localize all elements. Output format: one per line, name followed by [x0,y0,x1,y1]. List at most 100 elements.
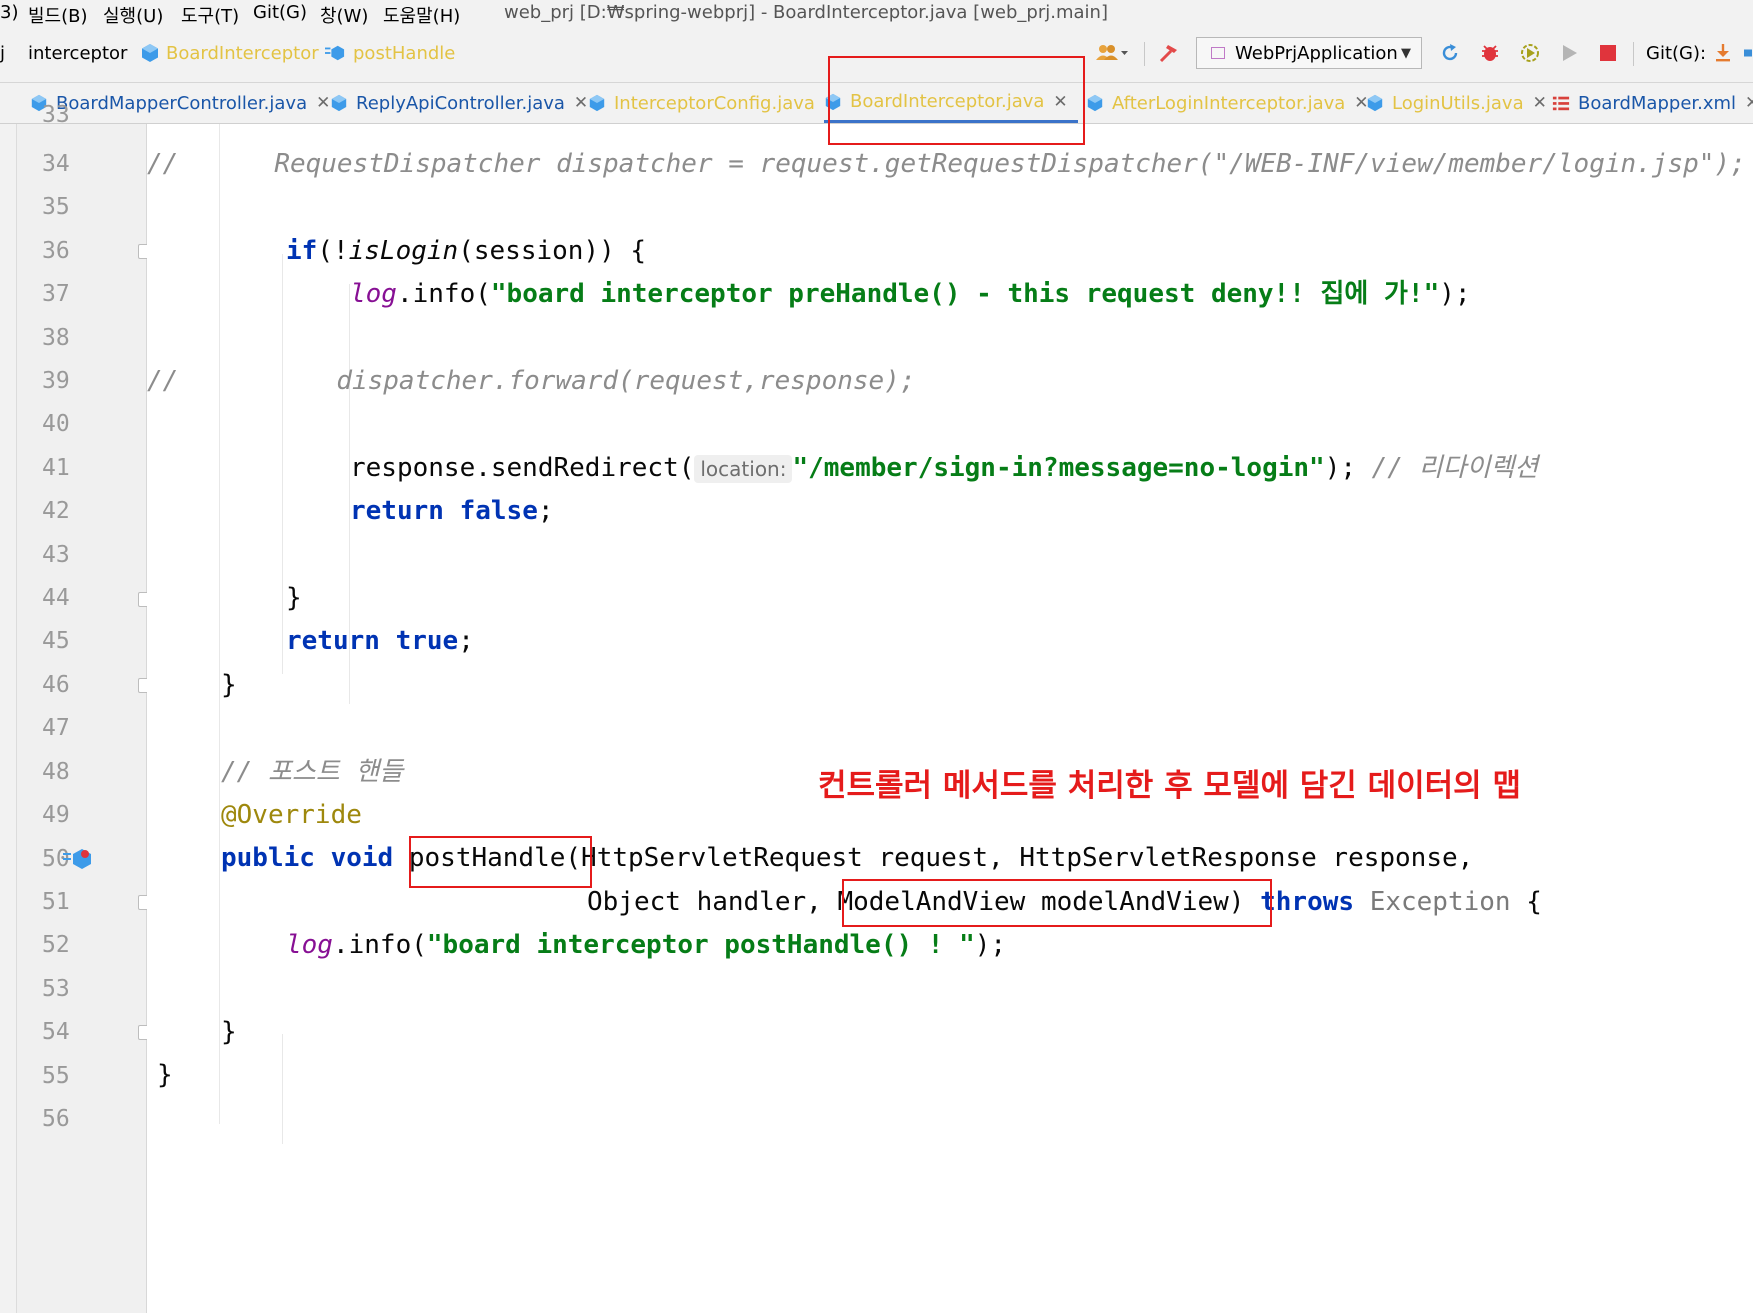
log-field: log [286,930,333,960]
method-call-is-login: isLogin [348,236,459,266]
indent-guide [282,1034,283,1144]
menu-window[interactable]: 창(W) [320,2,368,28]
toolbar-separator [1633,42,1634,66]
string-literal: "/member/sign-in?message=no-login" [792,453,1325,483]
parameter-hint: location: [694,455,793,483]
line-number: 54 [42,1019,70,1045]
breadcrumb-partial[interactable]: j [0,43,5,64]
tab-after-login-interceptor[interactable]: AfterLoginInterceptor.java ✕ [1086,83,1369,123]
code-line-37: log.info("board interceptor preHandle() … [350,273,1471,316]
string-literal: "board interceptor preHandle() - this re… [490,279,1440,309]
breadcrumb-class[interactable]: BoardInterceptor [166,43,319,64]
override-marker-icon[interactable] [63,847,93,871]
code-token: (! [317,236,349,266]
tab-label: BoardMapperController.java [56,92,308,114]
build-button[interactable] [1155,39,1183,67]
toolbar-separator [1144,42,1145,66]
tab-board-mapper-xml[interactable]: BoardMapper.xml ✕ [1552,83,1753,123]
log-field: log [350,279,397,309]
menu-run[interactable]: 실행(U) [103,2,163,28]
close-icon[interactable]: ✕ [316,93,330,113]
line-number: 52 [42,932,70,958]
tab-reply-api-controller[interactable]: ReplyApiController.java ✕ [330,83,588,123]
commented-code: RequestDispatcher dispatcher = request.g… [274,149,1746,179]
code-token: (session)) { [458,236,647,266]
users-icon [1096,45,1128,60]
java-class-icon [1087,94,1103,112]
tab-board-mapper-controller[interactable]: BoardMapperController.java ✕ [30,83,330,123]
keyword-throws: throws [1260,887,1355,917]
line-number: 51 [42,889,70,915]
code-editor[interactable]: // RequestDispatcher dispatcher = request… [147,124,1753,1313]
rerun-button[interactable] [1435,39,1465,67]
tab-label: ReplyApiController.java [356,92,565,114]
code-token: .info( [332,930,427,960]
git-commit-icon [1744,49,1752,57]
close-icon[interactable]: ✕ [1745,93,1753,113]
menu-help[interactable]: 도움말(H) [383,2,460,28]
tab-interceptor-config[interactable]: InterceptorConfig.java ✕ [588,83,838,123]
run-config-icon [1211,47,1225,59]
keyword-public: public [221,843,315,873]
menu-bar: 3) 빌드(B) 실행(U) 도구(T) Git(G) 창(W) 도움말(H) … [0,0,1753,28]
coverage-button[interactable] [1515,39,1545,67]
code-token: response.sendRedirect( [350,453,695,483]
closing-brace: } [221,1017,237,1047]
git-commit-button[interactable] [1744,39,1753,67]
method-parameters: Object handler, [587,887,838,917]
java-class-icon [1367,94,1383,112]
line-number: 42 [42,498,70,524]
code-token: ); [1324,453,1372,483]
line-number: 43 [42,542,70,568]
breadcrumb-package[interactable]: interceptor [28,43,127,64]
play-icon [1563,45,1577,61]
coverage-icon [1521,44,1539,62]
keyword-false: false [459,496,538,526]
line-number: 35 [42,194,70,220]
indent-guide [282,254,283,674]
breadcrumb-method[interactable]: postHandle [353,43,455,64]
bug-icon [1482,45,1498,61]
debug-button[interactable] [1475,39,1505,67]
line-number: 55 [42,1063,70,1089]
code-line-44: } [286,577,302,620]
menu-build[interactable]: 빌드(B) [28,2,88,28]
closing-brace: } [221,670,237,700]
vcs-users-button[interactable] [1090,39,1134,67]
xml-file-icon [1552,96,1570,111]
stop-button[interactable] [1593,39,1623,67]
code-line-54: } [221,1011,237,1054]
line-number: 47 [42,715,70,741]
code-line-41: response.sendRedirect(location: "/member/… [350,447,1538,490]
line-number: 56 [42,1106,70,1132]
code-line-49: @Override [221,794,362,837]
run-configuration-select[interactable]: WebPrjApplication ▼ [1196,37,1422,69]
chevron-down-icon: ▼ [1401,45,1411,61]
close-icon[interactable]: ✕ [1533,93,1547,113]
git-update-button[interactable] [1710,39,1736,67]
window-title: web_prj [D:₩spring-webprj] - BoardInterc… [504,2,1108,23]
code-token: ); [974,930,1007,960]
run-button[interactable] [1555,39,1585,67]
code-line-34: // RequestDispatcher dispatcher = request… [147,143,1746,186]
line-number-gutter[interactable]: 33 34 35 36 37 38 39 40 41 42 43 44 45 4… [17,102,147,1313]
code-token: .info( [396,279,491,309]
rerun-icon [1442,44,1458,61]
line-number: 39 [42,368,70,394]
menu-tools[interactable]: 도구(T) [181,2,239,28]
menu-git[interactable]: Git(G) [253,2,307,23]
tab-label: BoardMapper.xml [1578,92,1737,114]
menu-item-partial[interactable]: 3) [0,2,18,23]
git-label: Git(G): [1646,43,1707,64]
java-class-icon [331,94,347,112]
tab-login-utils[interactable]: LoginUtils.java ✕ [1366,83,1547,123]
line-number: 44 [42,585,70,611]
tab-label: AfterLoginInterceptor.java [1112,92,1346,114]
hammer-icon [1159,45,1177,63]
annotation-note: 컨트롤러 메서드를 처리한 후 모델에 담긴 데이터의 맵 [818,768,1521,804]
commented-code: dispatcher.forward(request,response); [336,366,916,396]
code-line-46: } [221,664,237,707]
closing-brace: } [286,583,302,613]
code-token: { [1510,887,1542,917]
close-icon[interactable]: ✕ [574,93,588,113]
